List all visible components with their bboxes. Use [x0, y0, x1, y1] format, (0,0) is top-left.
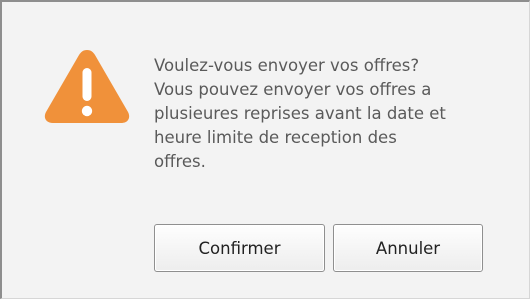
- message-line: offres.: [154, 152, 206, 171]
- message-line: heure limite de reception des: [154, 128, 397, 147]
- message-line: plusieures reprises avant la date et: [154, 104, 446, 123]
- confirm-dialog: Voulez-vous envoyer vos offres? Vous pou…: [0, 0, 530, 299]
- confirm-button-label: Confirmer: [198, 238, 281, 258]
- dialog-message: Voulez-vous envoyer vos offres? Vous pou…: [154, 54, 504, 174]
- confirm-button[interactable]: Confirmer: [154, 224, 325, 272]
- cancel-button[interactable]: Annuler: [333, 224, 483, 272]
- message-line: Voulez-vous envoyer vos offres?: [154, 56, 420, 75]
- message-line: Vous pouvez envoyer vos offres a: [154, 80, 432, 99]
- cancel-button-label: Annuler: [375, 238, 441, 258]
- warning-icon: [44, 50, 130, 123]
